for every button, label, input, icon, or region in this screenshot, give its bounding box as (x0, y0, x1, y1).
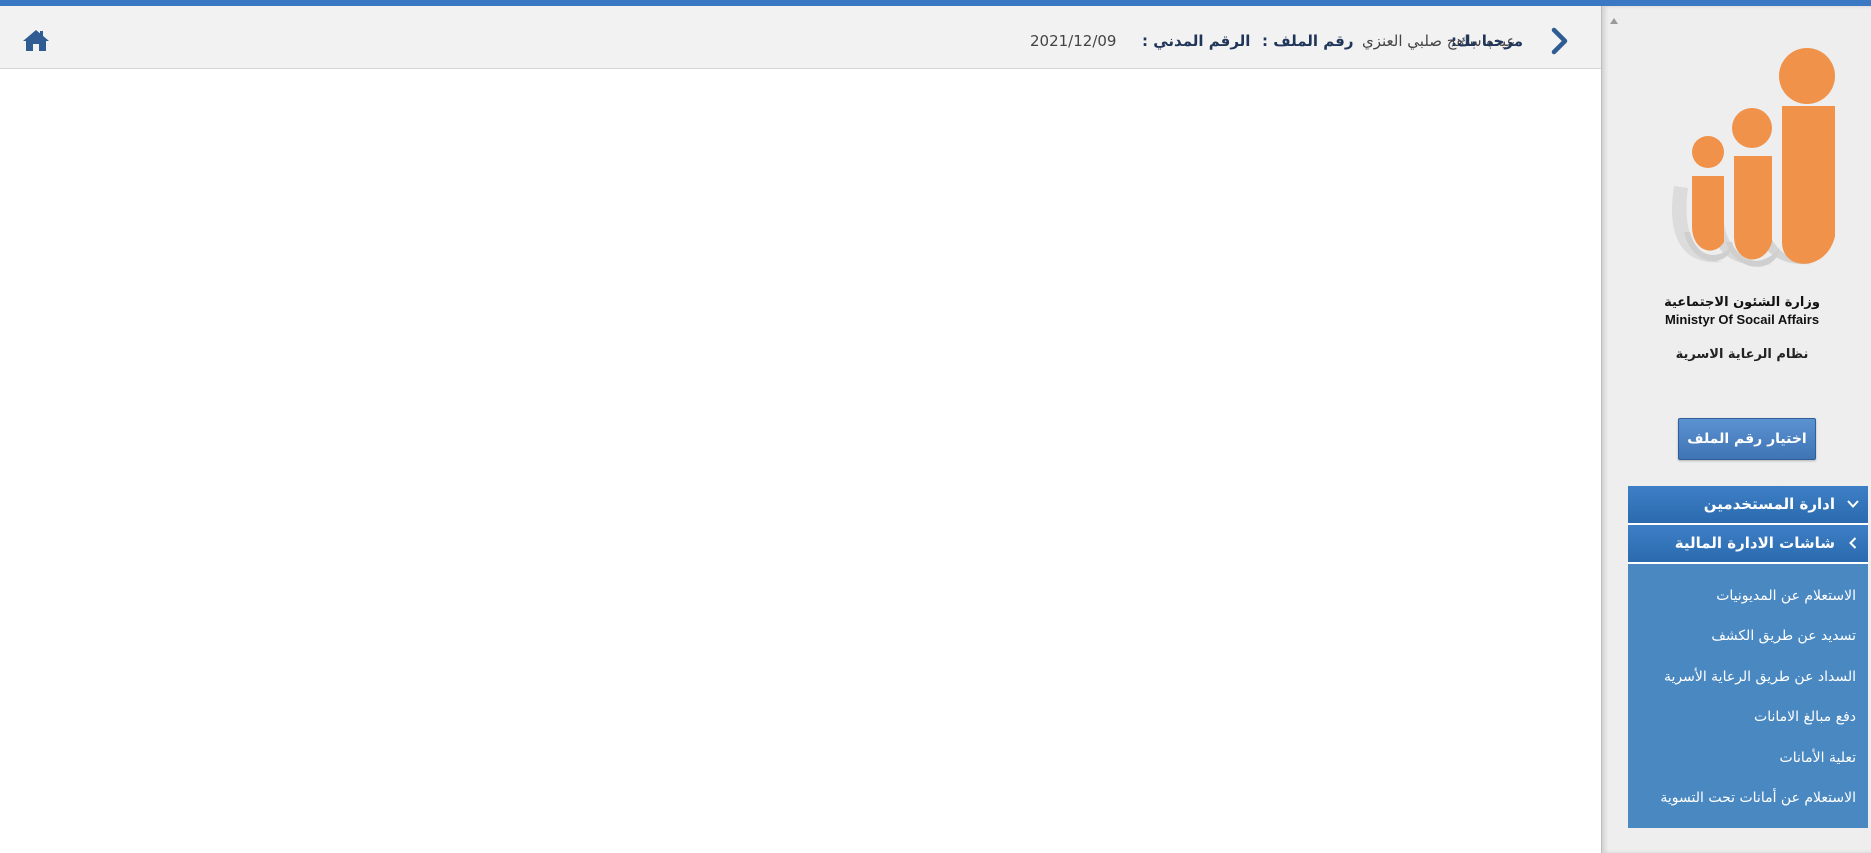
sidebar: وزارة الشئون الاجتماعية Ministyr Of Soca… (1601, 6, 1871, 853)
chevron-left-icon (1551, 27, 1568, 55)
home-icon (23, 30, 49, 51)
menu-header-label: ادارة المستخدمين (1703, 495, 1835, 513)
header-bar: 2021/12/09 الرقم المدني : رقم الملف : عي… (0, 6, 1601, 69)
submenu-item-raise-deposits[interactable]: تعلية الأمانات (1628, 738, 1868, 778)
menu-financial-screens[interactable]: شاشات الادارة المالية (1628, 525, 1868, 564)
chevron-down-icon (1847, 500, 1859, 508)
submenu-item-deposit-payment[interactable]: دفع مبالغ الامانات (1628, 697, 1868, 737)
sidebar-menu: ادارة المستخدمين شاشات الادارة المالية ا… (1628, 486, 1868, 828)
scroll-up-arrow[interactable] (1610, 18, 1618, 24)
org-name-english: Ministyr Of Socail Affairs (1664, 312, 1820, 327)
date-value: 2021/12/09 (1030, 32, 1117, 50)
file-number-label: رقم الملف : (1262, 32, 1354, 50)
main-content (0, 69, 1601, 853)
civil-id-label: الرقم المدني : (1142, 32, 1251, 50)
menu-user-management[interactable]: ادارة المستخدمين (1628, 486, 1868, 525)
select-file-button[interactable]: اختيار رقم الملف (1678, 418, 1816, 460)
welcome-label: مرحبا بك: (1450, 32, 1523, 50)
submenu-item-pay-by-family-care[interactable]: السداد عن طريق الرعاية الأسرية (1628, 657, 1868, 697)
submenu-item-deposits-under-settlement[interactable]: الاستعلام عن أمانات تحت التسوية (1628, 778, 1868, 818)
home-button[interactable] (22, 28, 50, 52)
system-name: نظام الرعاية الاسرية (1675, 347, 1809, 362)
ministry-logo (1672, 48, 1835, 267)
back-button[interactable] (1546, 27, 1570, 55)
chevron-left-icon (1849, 537, 1857, 549)
financial-submenu: الاستعلام عن المديونيات تسديد عن طريق ال… (1628, 564, 1868, 828)
org-name-arabic: وزارة الشئون الاجتماعية (1664, 295, 1820, 310)
menu-header-label: شاشات الادارة المالية (1674, 534, 1835, 552)
submenu-item-debts-inquiry[interactable]: الاستعلام عن المديونيات (1628, 576, 1868, 616)
submenu-item-pay-by-statement[interactable]: تسديد عن طريق الكشف (1628, 616, 1868, 656)
app-window: 2021/12/09 الرقم المدني : رقم الملف : عي… (0, 0, 1871, 853)
